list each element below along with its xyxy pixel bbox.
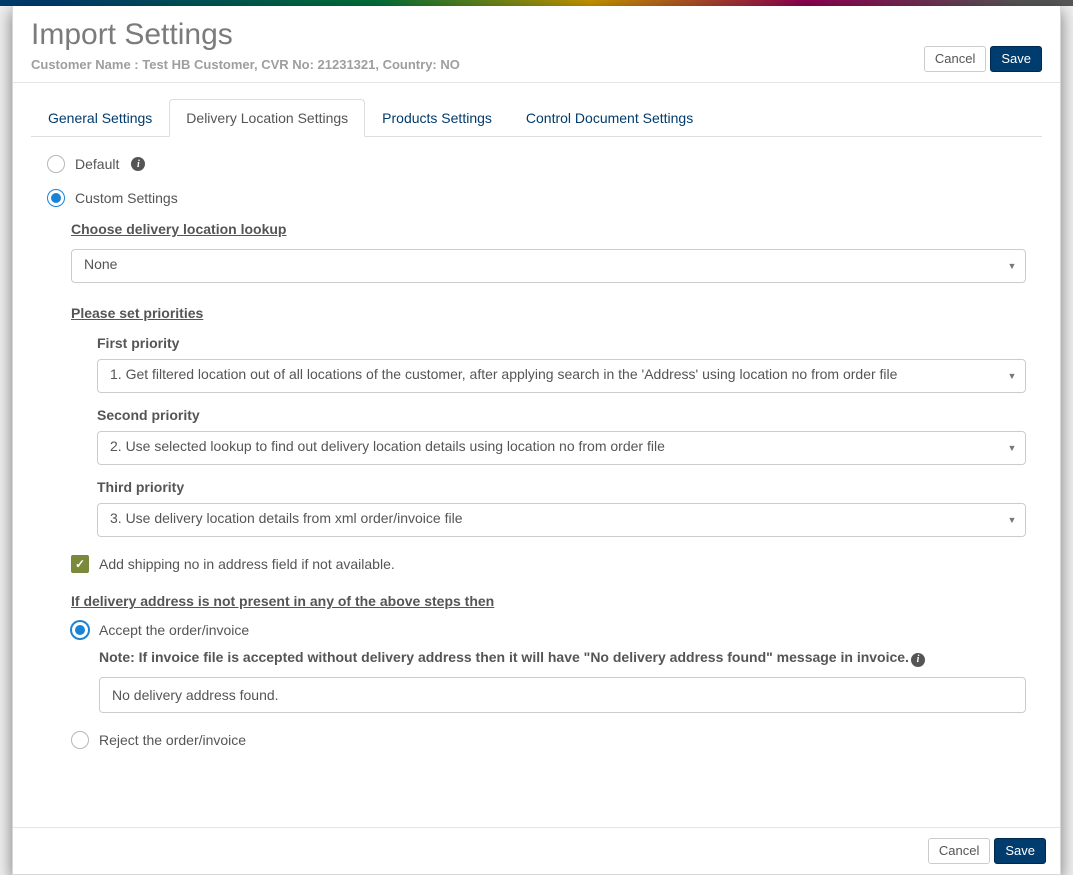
add-shipping-checkbox-row[interactable]: ✓ Add shipping no in address field if no… — [71, 555, 1026, 573]
tab-delivery[interactable]: Delivery Location Settings — [169, 99, 365, 137]
settings-mode-default[interactable]: Default i — [47, 155, 1026, 173]
info-icon[interactable]: i — [131, 157, 145, 171]
first-priority-label: First priority — [97, 335, 1026, 351]
header-titles: Import Settings Customer Name : Test HB … — [31, 18, 460, 72]
fallback-heading: If delivery address is not present in an… — [71, 593, 1026, 609]
bg-right — [1061, 6, 1073, 875]
settings-mode-custom[interactable]: Custom Settings — [47, 189, 1026, 207]
second-priority-select[interactable]: 2. Use selected lookup to find out deliv… — [97, 431, 1026, 465]
tab-products[interactable]: Products Settings — [365, 99, 509, 137]
tab-content: Default i Custom Settings Choose deliver… — [31, 155, 1042, 749]
accept-note-block: Note: If invoice file is accepted withou… — [99, 649, 1026, 713]
radio-icon — [47, 189, 65, 207]
lookup-select[interactable]: None — [71, 249, 1026, 283]
cancel-button[interactable]: Cancel — [924, 46, 986, 72]
save-button[interactable]: Save — [990, 46, 1042, 72]
bg-left — [0, 6, 12, 875]
tab-general[interactable]: General Settings — [31, 99, 169, 137]
radio-label: Default — [75, 156, 119, 172]
header-buttons: Cancel Save — [924, 46, 1042, 72]
page-title: Import Settings — [31, 18, 460, 51]
radio-icon — [71, 731, 89, 749]
tabs: General Settings Delivery Location Setti… — [31, 99, 1042, 137]
radio-label: Reject the order/invoice — [99, 732, 246, 748]
priorities-heading: Please set priorities — [71, 305, 1026, 321]
radio-label: Custom Settings — [75, 190, 178, 206]
third-priority-label: Third priority — [97, 479, 1026, 495]
custom-settings-section: Choose delivery location lookup None ▼ P… — [71, 221, 1026, 749]
import-settings-modal: Import Settings Customer Name : Test HB … — [12, 6, 1061, 875]
modal-header: Import Settings Customer Name : Test HB … — [13, 6, 1060, 83]
radio-label: Accept the order/invoice — [99, 622, 249, 638]
page-subtitle: Customer Name : Test HB Customer, CVR No… — [31, 57, 460, 72]
checkmark-icon: ✓ — [71, 555, 89, 573]
modal-body: General Settings Delivery Location Setti… — [13, 83, 1060, 827]
save-button-footer[interactable]: Save — [994, 838, 1046, 864]
second-priority-label: Second priority — [97, 407, 1026, 423]
checkbox-label: Add shipping no in address field if not … — [99, 556, 395, 572]
priority-block: First priority 1. Get filtered location … — [97, 335, 1026, 537]
third-priority-select[interactable]: 3. Use delivery location details from xm… — [97, 503, 1026, 537]
fallback-accept[interactable]: Accept the order/invoice — [71, 621, 1026, 639]
fallback-reject[interactable]: Reject the order/invoice — [71, 731, 1026, 749]
no-delivery-message-input[interactable] — [99, 677, 1026, 713]
cancel-button-footer[interactable]: Cancel — [928, 838, 990, 864]
accept-note: Note: If invoice file is accepted withou… — [99, 649, 1026, 667]
modal-footer: Cancel Save — [13, 827, 1060, 874]
lookup-heading: Choose delivery location lookup — [71, 221, 1026, 237]
radio-icon — [71, 621, 89, 639]
lookup-select-wrap: None ▼ — [71, 249, 1026, 283]
first-priority-select[interactable]: 1. Get filtered location out of all loca… — [97, 359, 1026, 393]
tab-control[interactable]: Control Document Settings — [509, 99, 710, 137]
info-icon[interactable]: i — [911, 653, 925, 667]
note-text: Note: If invoice file is accepted withou… — [99, 649, 909, 665]
radio-icon — [47, 155, 65, 173]
